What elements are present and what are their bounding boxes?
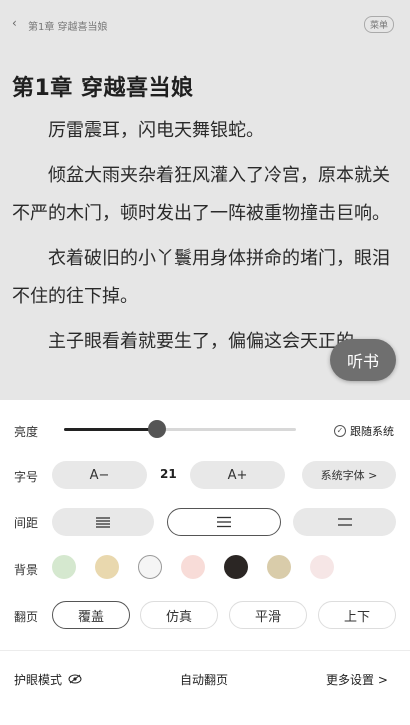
divider	[0, 650, 410, 651]
paragraph: 厉雷震耳，闪电天舞银蛇。	[48, 120, 264, 141]
brightness-slider-fill	[64, 428, 157, 431]
background-swatch[interactable]	[224, 555, 248, 579]
eye-mode-label: 护眼模式	[14, 673, 63, 687]
spacing-wide-button[interactable]	[293, 508, 396, 536]
breadcrumb: 第1章 穿越喜当娘	[28, 22, 108, 33]
paragraph: 倾盆大雨夹杂着狂风灌入了冷宫，原本就关不严的木门，顿时发出了一阵被重物撞击巨响。	[12, 165, 390, 224]
spacing-compact-icon	[96, 517, 110, 528]
page-turn-vertical-button[interactable]: 上下	[318, 601, 396, 629]
page-turn-smooth-button[interactable]: 平滑	[229, 601, 307, 629]
font-increase-button[interactable]: A+	[190, 461, 285, 489]
background-swatch[interactable]	[181, 555, 205, 579]
check-circle-icon: ✓	[334, 425, 346, 437]
spacing-medium-button[interactable]	[167, 508, 281, 536]
chapter-title: 第1章 穿越喜当娘	[12, 76, 194, 101]
follow-system-label: 跟随系统	[350, 425, 394, 438]
background-label: 背景	[14, 563, 39, 577]
page-turn-label: 翻页	[14, 610, 39, 624]
reader-view[interactable]: ‹ 第1章 穿越喜当娘 菜单 第1章 穿越喜当娘 厉雷震耳，闪电天舞银蛇。 倾盆…	[0, 0, 410, 400]
background-swatch[interactable]	[267, 555, 291, 579]
background-swatch[interactable]	[52, 555, 76, 579]
font-family-button[interactable]: 系统字体 >	[302, 461, 396, 489]
auto-page-button[interactable]: 自动翻页	[180, 671, 228, 688]
font-size-label: 字号	[14, 470, 39, 484]
page-turn-simulate-button[interactable]: 仿真	[140, 601, 218, 629]
brightness-slider[interactable]	[64, 420, 296, 438]
spacing-wide-icon	[337, 518, 352, 526]
brightness-slider-handle[interactable]	[148, 420, 166, 438]
spacing-medium-icon	[217, 516, 231, 528]
reader-top-bar: ‹ 第1章 穿越喜当娘 菜单	[0, 14, 410, 38]
eye-mode-button[interactable]: 护眼模式	[14, 671, 82, 688]
background-swatch[interactable]	[138, 555, 162, 579]
page-turn-cover-button[interactable]: 覆盖	[52, 601, 130, 629]
follow-system-toggle[interactable]: ✓ 跟随系统	[334, 423, 394, 439]
font-size-value: 21	[160, 467, 177, 481]
eye-off-icon	[68, 674, 82, 684]
spacing-label: 间距	[14, 516, 39, 530]
font-decrease-button[interactable]: A−	[52, 461, 147, 489]
paragraph: 衣着破旧的小丫鬟用身体拼命的堵门，眼泪不住的往下掉。	[12, 248, 390, 307]
menu-button[interactable]: 菜单	[363, 16, 394, 33]
background-swatch[interactable]	[95, 555, 119, 579]
listen-button[interactable]: 听书	[330, 339, 396, 381]
more-settings-button[interactable]: 更多设置 >	[326, 671, 388, 688]
brightness-label: 亮度	[14, 425, 39, 439]
chapter-content: 厉雷震耳，闪电天舞银蛇。 倾盆大雨夹杂着狂风灌入了冷宫，原本就关不严的木门，顿时…	[12, 112, 400, 368]
spacing-compact-button[interactable]	[52, 508, 154, 536]
chevron-left-icon[interactable]: ‹	[12, 16, 17, 30]
background-swatch[interactable]	[310, 555, 334, 579]
